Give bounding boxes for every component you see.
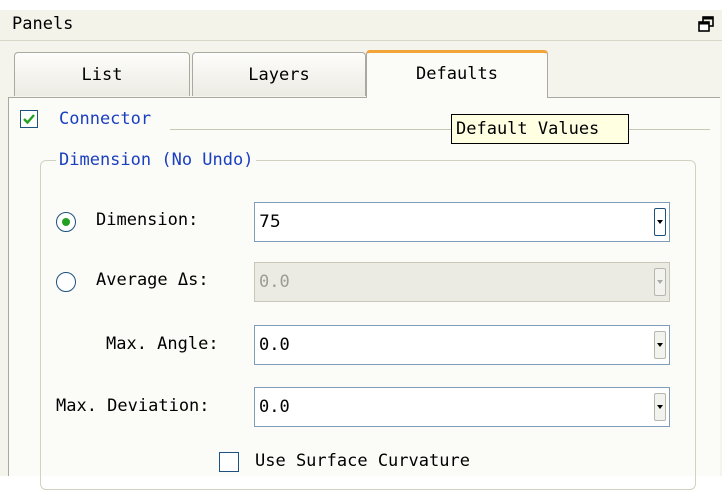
average-ds-combo: 0.0 — [254, 262, 670, 302]
tab-layers-label: Layers — [248, 65, 310, 85]
use-surface-curvature-label: Use Surface Curvature — [255, 451, 470, 471]
max-angle-combo[interactable]: 0.0 — [254, 325, 670, 365]
max-angle-label: Max. Angle: — [106, 334, 219, 354]
cropped-top-text — [0, 0, 722, 10]
dimension-dropdown-button[interactable] — [654, 208, 666, 236]
connector-separator — [170, 129, 710, 130]
max-deviation-value: 0.0 — [259, 397, 290, 417]
average-ds-value: 0.0 — [259, 272, 290, 292]
max-deviation-label: Max. Deviation: — [56, 396, 210, 416]
tab-defaults-label: Defaults — [416, 64, 498, 84]
tab-layers[interactable]: Layers — [192, 52, 366, 96]
dimension-combo[interactable]: 75 — [254, 202, 670, 242]
connector-checkbox[interactable] — [20, 110, 38, 128]
tab-list[interactable]: List — [14, 52, 190, 96]
average-ds-label: Average Δs: — [96, 270, 209, 290]
average-ds-dropdown-button — [654, 268, 666, 296]
panel-header: Panels — [0, 10, 722, 41]
chevron-down-icon — [657, 405, 663, 409]
restore-window-icon[interactable] — [698, 16, 714, 32]
dimension-group-title: Dimension (No Undo) — [56, 150, 257, 170]
dimension-label: Dimension: — [96, 210, 199, 230]
max-angle-value: 0.0 — [259, 335, 290, 355]
max-angle-dropdown-button[interactable] — [654, 331, 666, 359]
dimension-value: 75 — [259, 212, 281, 232]
tab-list-label: List — [81, 65, 123, 85]
panel-title: Panels — [12, 14, 74, 34]
chevron-down-icon — [657, 280, 663, 284]
connector-label: Connector — [56, 109, 155, 129]
tab-defaults[interactable]: Defaults — [366, 50, 548, 98]
chevron-down-icon — [657, 343, 663, 347]
max-deviation-combo[interactable]: 0.0 — [254, 387, 670, 427]
average-ds-radio[interactable] — [56, 272, 76, 292]
dimension-radio[interactable] — [56, 212, 76, 232]
chevron-down-icon — [657, 220, 663, 224]
use-surface-curvature-checkbox[interactable] — [219, 452, 239, 472]
tooltip: Default Values — [451, 114, 629, 144]
max-deviation-dropdown-button[interactable] — [654, 393, 666, 421]
checkmark-icon — [23, 114, 35, 125]
radio-selected-dot — [62, 218, 70, 226]
